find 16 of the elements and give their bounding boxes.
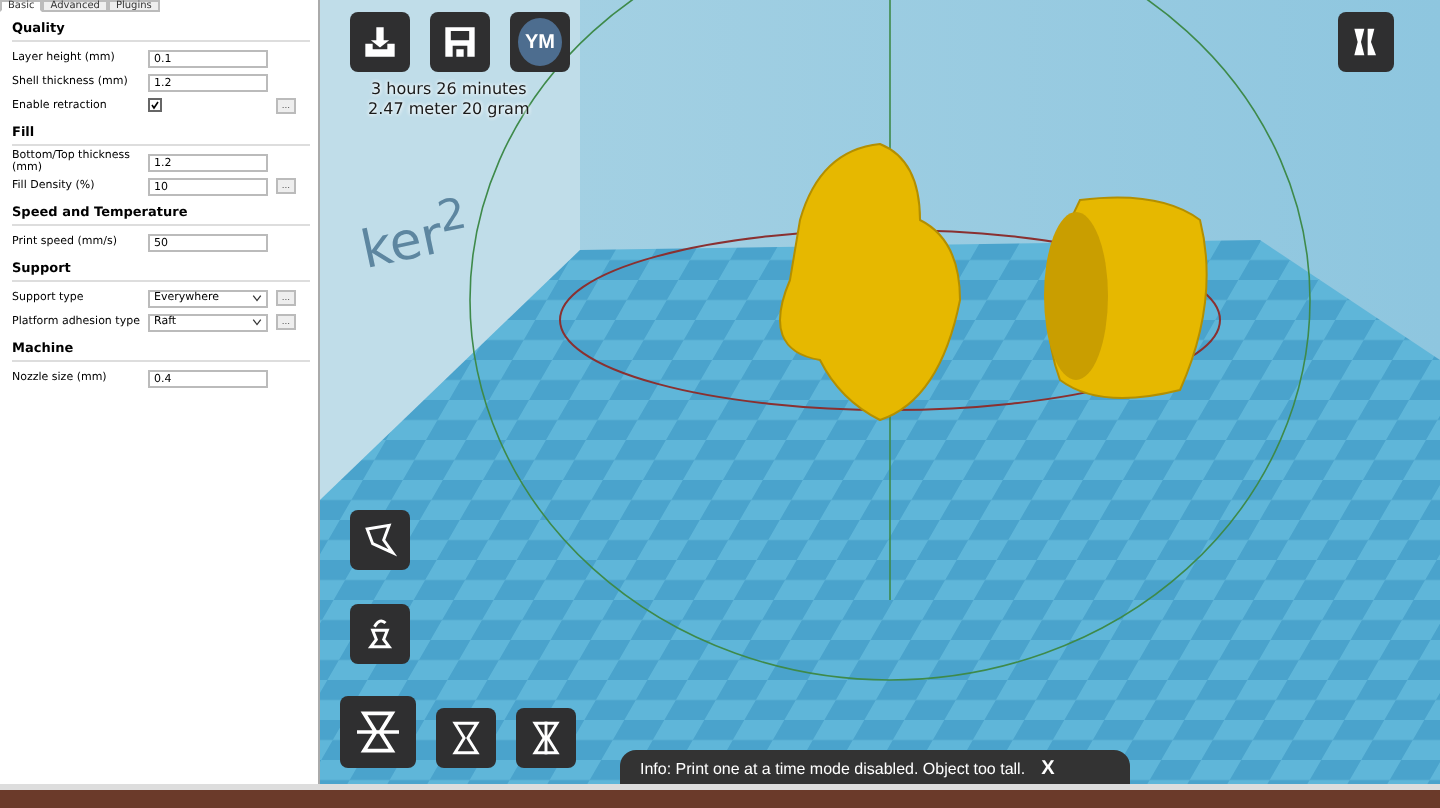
info-message: Info: Print one at a time mode disabled. Object too tall. [640,759,1026,777]
close-button[interactable]: X [1041,757,1055,779]
profile-button[interactable]: YM [510,12,570,72]
mirror-button[interactable] [436,708,496,768]
view-mode-button[interactable] [1338,12,1394,72]
load-model-button[interactable] [350,12,410,72]
caret-icon [252,318,262,326]
print-time-text: 3 hours 26 minutes [370,80,527,100]
rotate-tool-button[interactable] [340,696,416,768]
split-button[interactable] [516,708,576,768]
rotate-button[interactable] [350,510,410,570]
checkbox[interactable] [148,98,162,113]
caret-icon [252,294,262,302]
save-button[interactable] [430,12,490,72]
scale-button[interactable] [350,604,410,664]
wall-text: ker$^{2}$ [354,189,473,282]
